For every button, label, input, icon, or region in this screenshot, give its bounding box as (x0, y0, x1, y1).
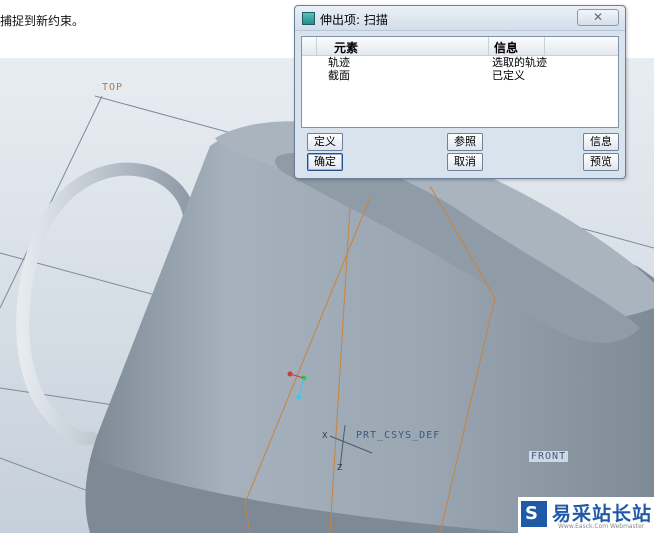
row-info: 选取的轨迹 (492, 56, 547, 69)
row-info: 已定义 (492, 69, 525, 82)
csys-label[interactable]: PRT_CSYS_DEF (356, 430, 440, 441)
watermark-logo-icon: S (521, 501, 547, 527)
watermark: S 易采站长站 Www.Easck.Com Webmaster (518, 497, 654, 533)
dialog-titlebar[interactable]: 伸出项: 扫描 ✕ (295, 6, 625, 31)
dialog-title: 伸出项: 扫描 (320, 13, 388, 27)
column-header-info[interactable]: 信息 (494, 39, 518, 56)
watermark-url: Www.Easck.Com Webmaster (558, 523, 645, 530)
close-button[interactable]: ✕ (577, 9, 619, 26)
row-element: 轨迹 (328, 56, 350, 69)
references-button[interactable]: 参照 (447, 133, 483, 151)
table-row[interactable]: 截面 已定义 (302, 69, 618, 82)
close-icon: ✕ (592, 10, 604, 24)
watermark-text: 易采站长站 (552, 503, 653, 525)
preview-button[interactable]: 预览 (583, 153, 619, 171)
csys-axis-label: X (322, 431, 328, 440)
table-header: 元素 信息 (302, 37, 618, 56)
datum-label-front[interactable]: FRONT (529, 451, 569, 462)
element-table: 元素 信息 轨迹 选取的轨迹 截面 已定义 (301, 36, 619, 128)
message-text: 捕捉到新约束。 (0, 14, 85, 28)
ok-button[interactable]: 确定 (307, 153, 343, 171)
info-button[interactable]: 信息 (583, 133, 619, 151)
sweep-protrusion-dialog: 伸出项: 扫描 ✕ 元素 信息 轨迹 选取的轨迹 截面 已定义 定义 参照 信息… (294, 5, 626, 179)
table-row[interactable]: 轨迹 选取的轨迹 (302, 56, 618, 69)
csys-axis-label: Z (337, 463, 343, 472)
watermark-logo-char: S (525, 503, 538, 524)
dialog-app-icon (302, 12, 315, 25)
row-element: 截面 (328, 69, 350, 82)
column-header-element[interactable]: 元素 (334, 39, 358, 56)
datum-label-top[interactable]: TOP (102, 82, 123, 93)
cancel-button[interactable]: 取消 (447, 153, 483, 171)
define-button[interactable]: 定义 (307, 133, 343, 151)
